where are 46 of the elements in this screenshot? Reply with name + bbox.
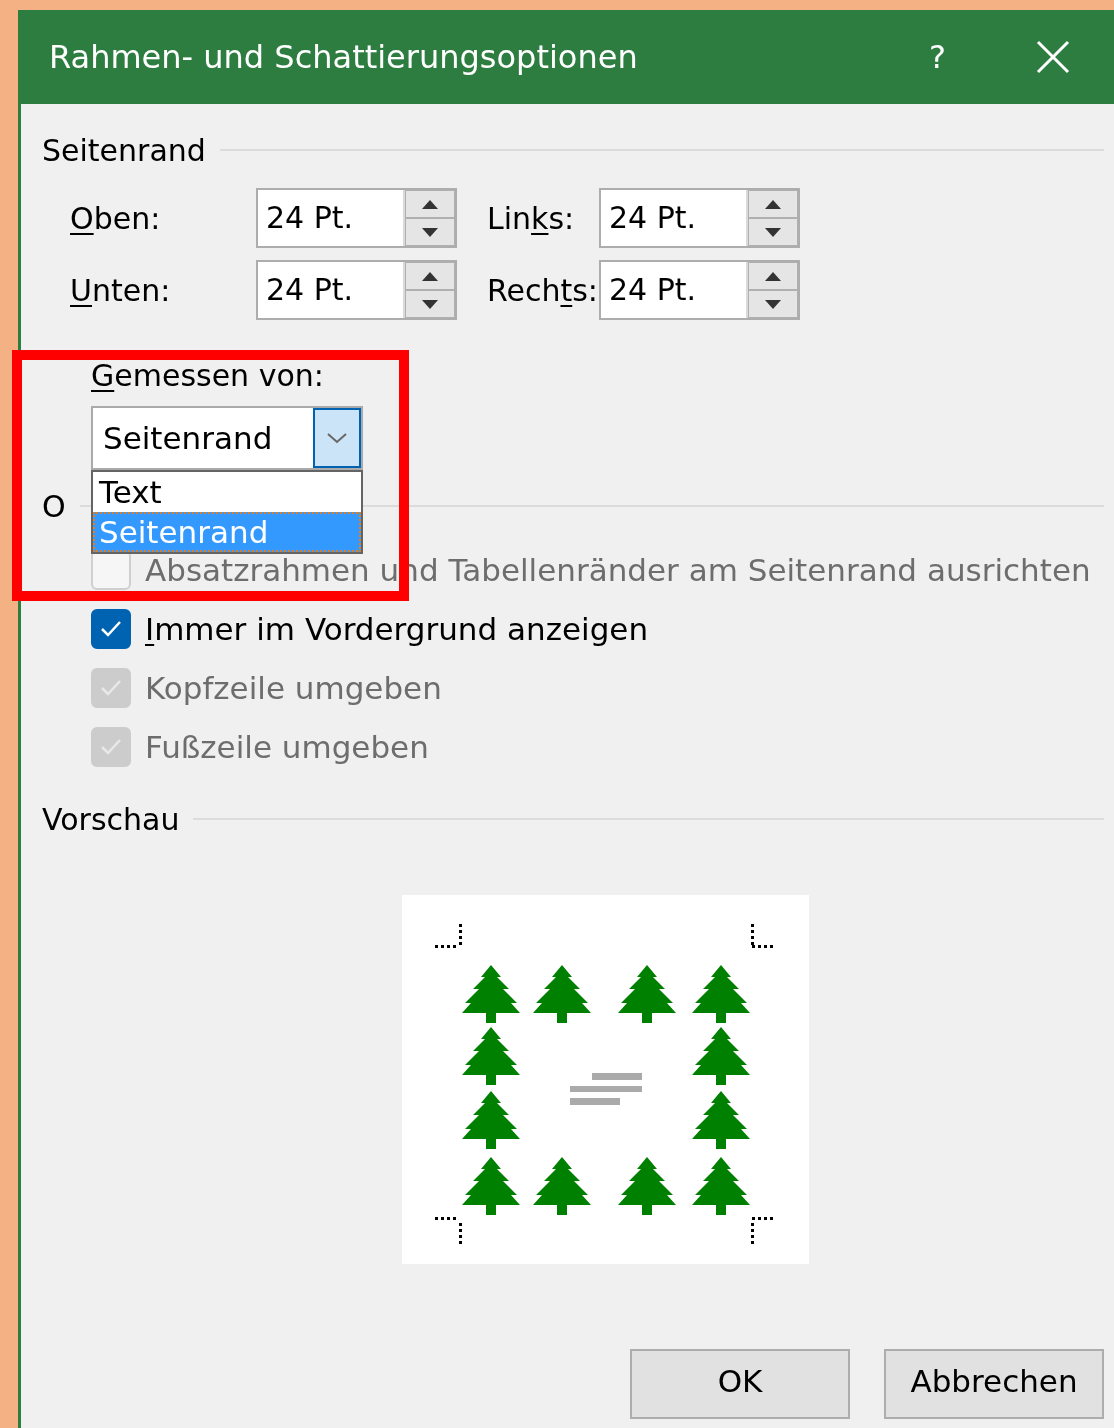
corner-mark-icon [751,924,773,948]
spin-up-button[interactable] [405,190,455,218]
field-label: Oben: [70,200,162,236]
checkbox-label: Fußzeile umgeben [145,729,429,765]
dropdown-option[interactable]: Text [93,472,361,512]
spin-up-button[interactable] [748,262,798,290]
spin-field[interactable]: 24 Pt. [599,188,800,248]
field-label: Rechts: [486,272,599,308]
spin-down-button[interactable] [748,290,798,318]
checkbox[interactable] [91,609,131,649]
corner-mark-icon [435,1217,462,1244]
field-value: 24 Pt. [265,199,355,237]
dialog-button[interactable]: OK [630,1349,850,1419]
field-label: Unten: [70,272,172,308]
help-button[interactable]: ? [929,38,946,76]
field-label: Gemessen von: [91,358,324,395]
window-title: Rahmen- und Schattierungsoptionen [49,38,639,76]
spin-up-button[interactable] [748,190,798,218]
field-value: 24 Pt. [608,199,698,237]
check-icon [99,678,123,698]
corner-mark-icon [435,924,462,948]
spin-down-button[interactable] [405,218,455,246]
check-icon [99,619,123,639]
check-icon [99,737,123,757]
chevron-down-icon [326,431,348,445]
field-label: Links: [486,200,576,236]
checkbox-label: Kopfzeile umgeben [145,670,442,706]
section-title: O [42,488,66,524]
spin-down-button[interactable] [405,290,455,318]
field-value: 24 Pt. [265,271,355,309]
spin-field[interactable]: 24 Pt. [256,260,457,320]
text-lines-icon [570,1073,642,1105]
dialog-button[interactable]: Abbrechen [884,1349,1104,1419]
section-title: Vorschau [42,801,180,837]
close-button[interactable] [1036,40,1070,74]
dropdown-button[interactable] [313,408,361,468]
dropdown[interactable]: Seitenrand [91,406,363,470]
corner-mark-icon [751,1217,773,1244]
spin-up-button[interactable] [405,262,455,290]
field-value: 24 Pt. [608,271,698,309]
dropdown-value: Seitenrand [102,419,274,458]
spin-field[interactable]: 24 Pt. [256,188,457,248]
spin-field[interactable]: 24 Pt. [599,260,800,320]
spin-down-button[interactable] [748,218,798,246]
section-title: Seitenrand [42,132,206,168]
checkbox-label: Immer im Vordergrund anzeigen [145,611,649,647]
